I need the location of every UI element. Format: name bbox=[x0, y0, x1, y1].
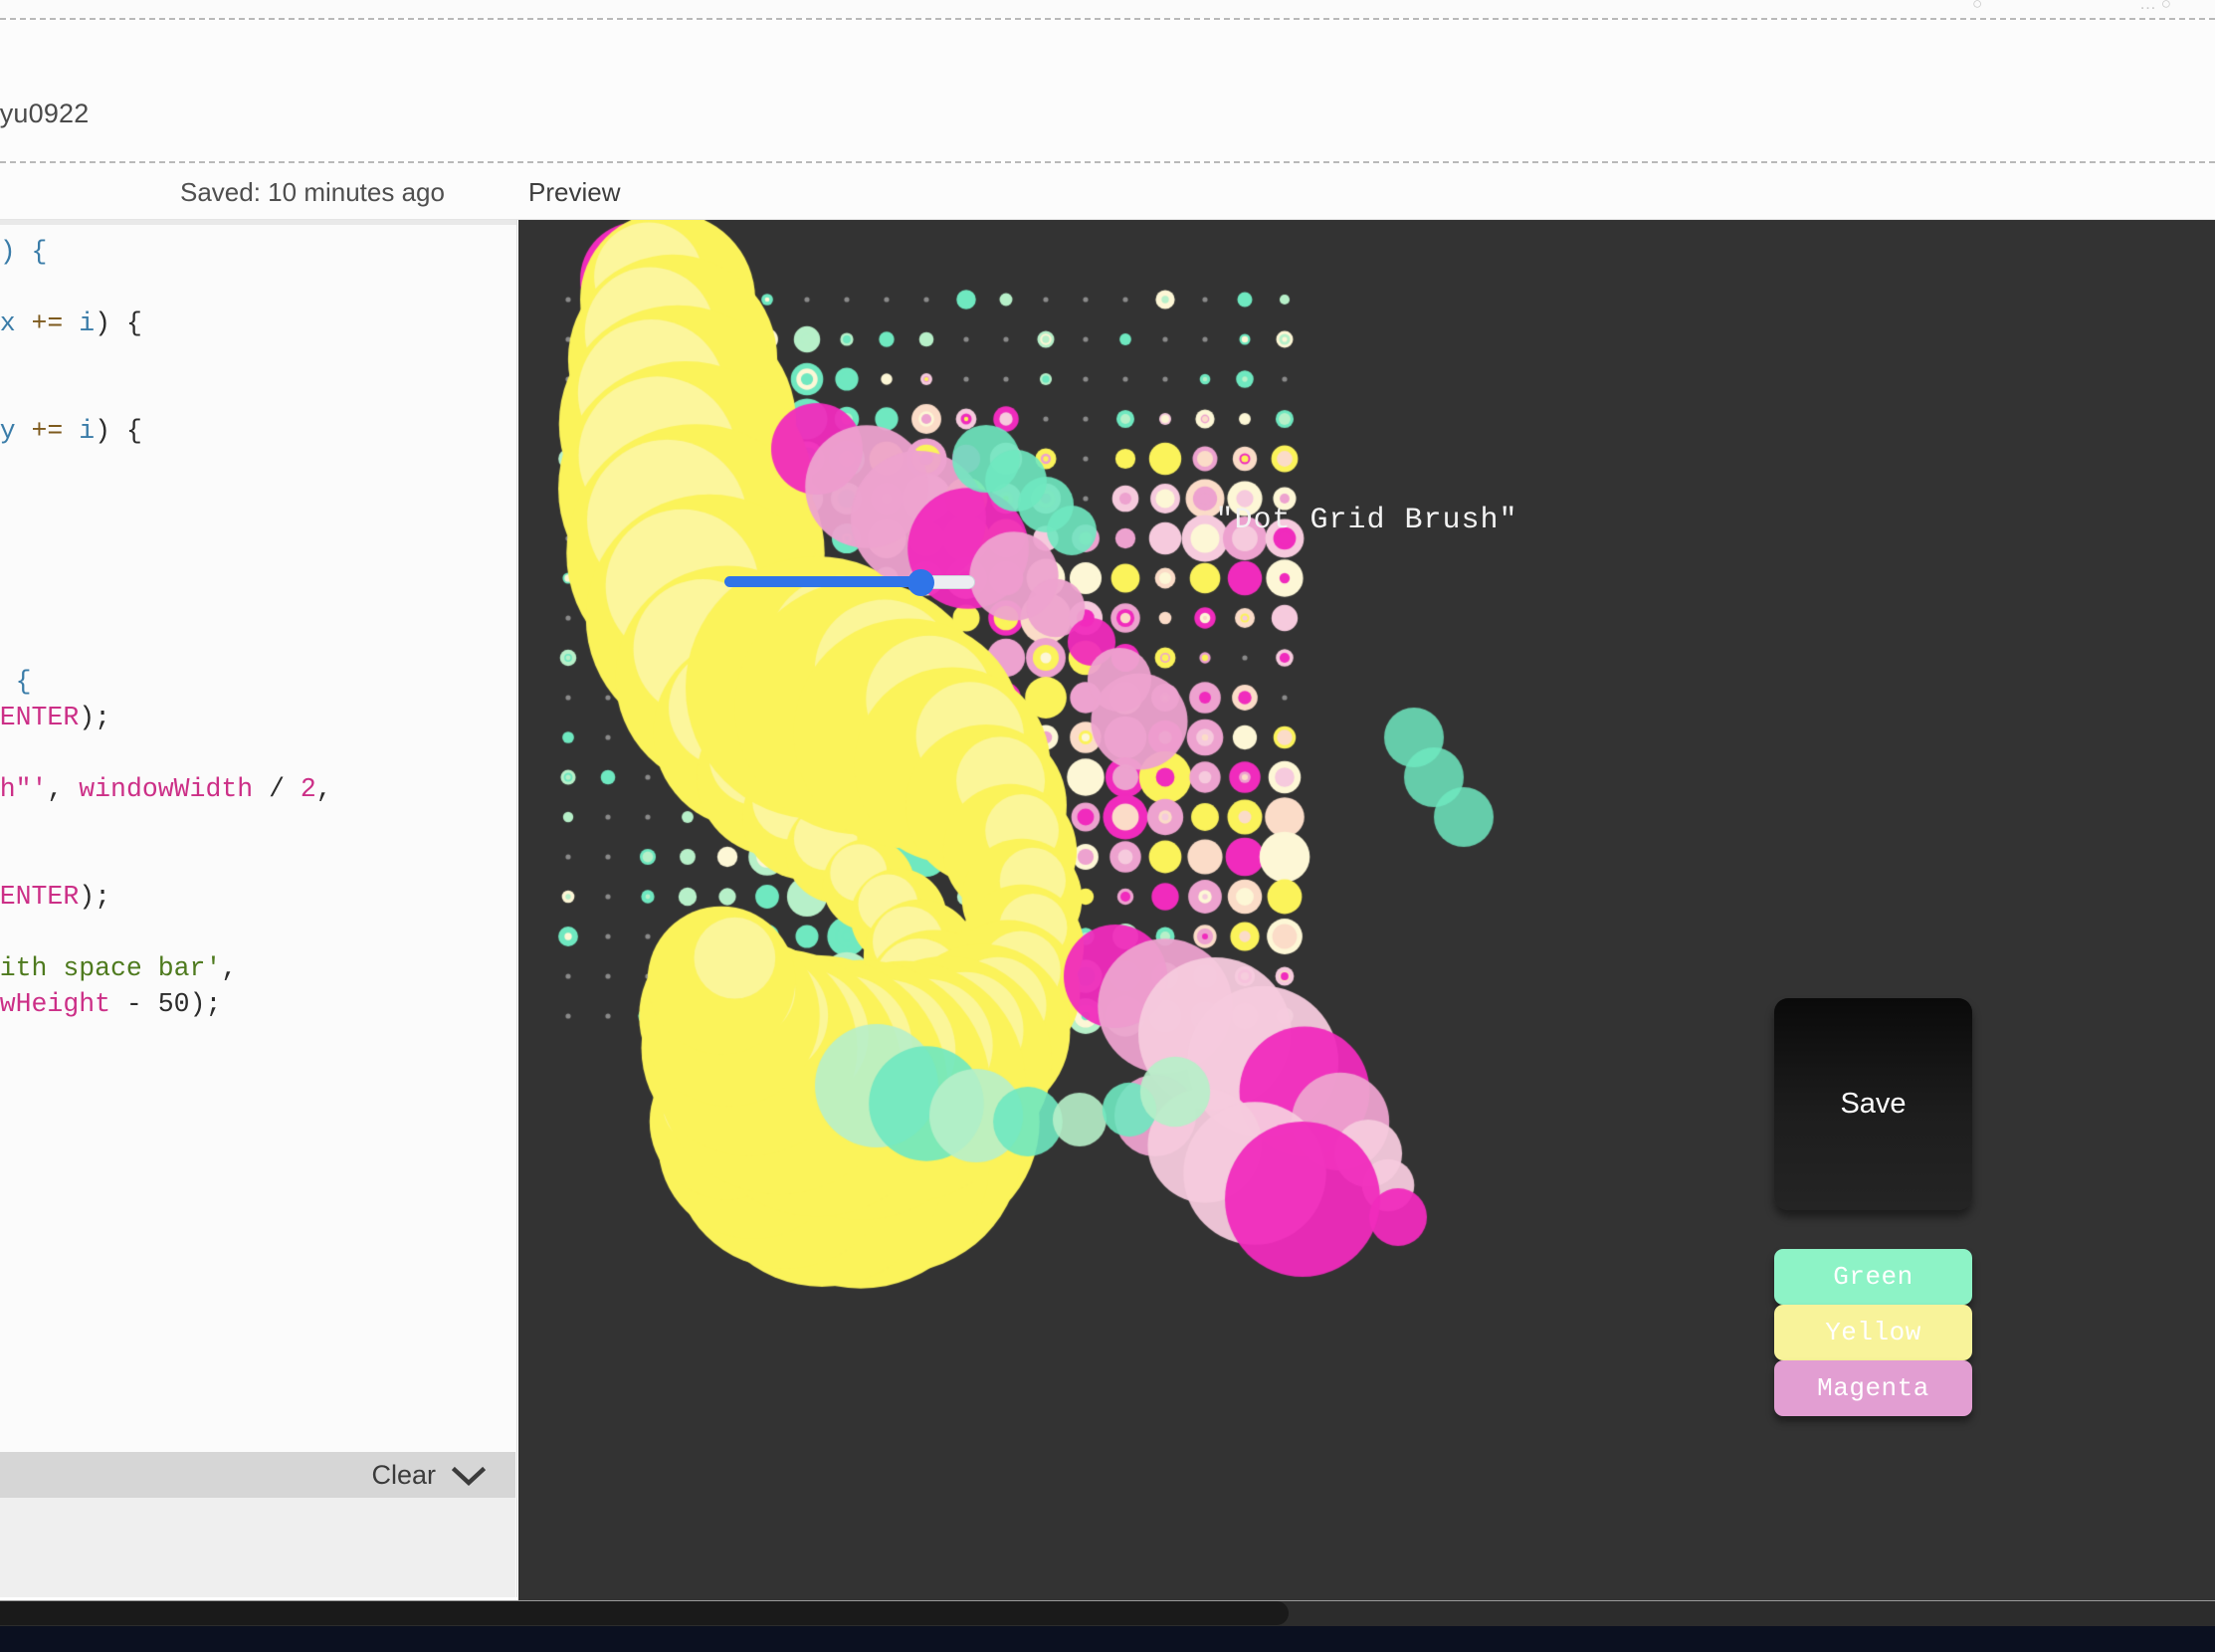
brush-size-slider[interactable] bbox=[724, 569, 975, 596]
code-line: CENTER); bbox=[0, 882, 111, 912]
top-left-glyph: ○ bbox=[1972, 0, 1983, 13]
editor-scroll-shadow bbox=[0, 220, 516, 225]
slider-track-filled[interactable] bbox=[724, 576, 920, 587]
console-clear-bar[interactable]: Clear bbox=[0, 1452, 515, 1498]
code-line: ndowHeight - 50); bbox=[0, 989, 222, 1019]
code-line: CENTER); bbox=[0, 703, 111, 732]
sketch-title: "Dot Grid Brush" bbox=[1215, 504, 1518, 537]
code-text[interactable]: id() { b; x += i) {) b; y += i) {); e() … bbox=[0, 234, 516, 1022]
code-line: b; y += i) { bbox=[0, 416, 142, 446]
tab-preview[interactable]: Preview bbox=[528, 177, 620, 208]
code-line: b; x += i) { bbox=[0, 309, 142, 338]
horizontal-scrollbar-thumb[interactable] bbox=[0, 1601, 1289, 1625]
top-right-glyph: … ○ bbox=[2139, 0, 2171, 13]
color-button-magenta[interactable]: Magenta bbox=[1774, 1360, 1972, 1416]
color-button-green[interactable]: Green bbox=[1774, 1249, 1972, 1305]
editor-toolbar: Saved: 10 minutes ago Preview bbox=[0, 163, 2215, 220]
account-band: kyu0922 bbox=[0, 20, 2215, 161]
desktop-background-strip bbox=[0, 1626, 2215, 1652]
console-clear-label[interactable]: Clear bbox=[371, 1460, 436, 1491]
chevron-down-icon[interactable] bbox=[451, 1466, 487, 1493]
browser-top-strip: ○ … ○ bbox=[0, 0, 2215, 18]
color-button-yellow[interactable]: Yellow bbox=[1774, 1305, 1972, 1360]
console-output-area bbox=[0, 1498, 515, 1597]
code-line: id() { bbox=[0, 237, 48, 267]
code-editor-pane[interactable]: id() { b; x += i) {) b; y += i) {); e() … bbox=[0, 220, 517, 1597]
saved-status-label: Saved: 10 minutes ago bbox=[180, 177, 445, 207]
save-button[interactable]: Save bbox=[1774, 998, 1972, 1210]
preview-canvas-area[interactable]: "Dot Grid Brush" Save Green Yellow Magen… bbox=[518, 220, 2215, 1600]
account-username: kyu0922 bbox=[0, 99, 90, 128]
code-line: ) bbox=[0, 341, 516, 377]
code-line: s with space bar', bbox=[0, 953, 238, 983]
code-line: rush"', windowWidth / 2, bbox=[0, 774, 332, 804]
app-window: ○ … ○ kyu0922 Saved: 10 minutes ago Prev… bbox=[0, 0, 2215, 1652]
slider-thumb[interactable] bbox=[906, 569, 934, 596]
code-line: ); bbox=[0, 449, 516, 485]
code-line: e() { bbox=[15, 667, 32, 697]
